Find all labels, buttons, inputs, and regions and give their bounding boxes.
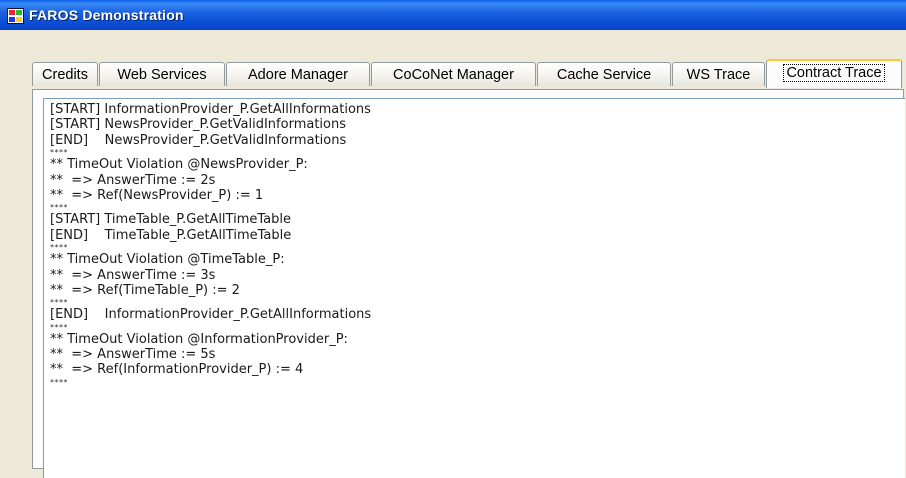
tab-cache-service[interactable]: Cache Service (537, 62, 671, 86)
trace-line: [END] InformationProvider_P.GetAllInform… (50, 307, 372, 323)
trace-separator: **** (50, 203, 68, 213)
trace-separator: **** (50, 322, 68, 332)
window-title: FAROS Demonstration (29, 7, 184, 23)
trace-log: [START] InformationProvider_P.GetAllInfo… (44, 99, 905, 387)
title-bar[interactable]: FAROS Demonstration (0, 0, 906, 30)
trace-line: [START] InformationProvider_P.GetAllInfo… (50, 102, 371, 117)
trace-line: ** => Ref(InformationProvider_P) := 4 (50, 362, 304, 378)
trace-separator: **** (50, 377, 68, 387)
contract-trace-textbox[interactable]: [START] InformationProvider_P.GetAllInfo… (43, 98, 905, 478)
trace-line: [START] NewsProvider_P.GetValidInformati… (50, 117, 346, 133)
trace-line: ** => Ref(TimeTable_P) := 2 (50, 282, 240, 298)
trace-line: ** => AnswerTime := 3s (50, 267, 216, 283)
tab-coconet-manager[interactable]: CoCoNet Manager (371, 62, 536, 86)
trace-line: [END] TimeTable_P.GetAllTimeTable (50, 227, 292, 243)
trace-separator: **** (50, 243, 68, 253)
tab-adore-manager[interactable]: Adore Manager (226, 62, 370, 86)
trace-line: ** => AnswerTime := 2s (50, 172, 216, 188)
trace-line: ** TimeOut Violation @InformationProvide… (50, 331, 348, 347)
tab-credits[interactable]: Credits (32, 62, 98, 86)
trace-line: [START] TimeTable_P.GetAllTimeTable (50, 212, 291, 228)
tab-panel-contract-trace: [START] InformationProvider_P.GetAllInfo… (32, 89, 905, 478)
tab-contract-trace[interactable]: Contract Trace (766, 59, 902, 88)
trace-separator: **** (50, 148, 68, 158)
trace-line: ** TimeOut Violation @NewsProvider_P: (50, 157, 308, 173)
tab-web-services[interactable]: Web Services (99, 62, 225, 86)
trace-line: [END] NewsProvider_P.GetValidInformation… (50, 132, 347, 148)
tab-ws-trace[interactable]: WS Trace (672, 62, 765, 86)
trace-line: ** => Ref(NewsProvider_P) := 1 (50, 187, 264, 203)
trace-separator: **** (50, 298, 68, 308)
trace-line: ** TimeOut Violation @TimeTable_P: (50, 252, 285, 268)
app-icon[interactable] (7, 8, 24, 24)
trace-line: ** => AnswerTime := 5s (50, 347, 216, 363)
